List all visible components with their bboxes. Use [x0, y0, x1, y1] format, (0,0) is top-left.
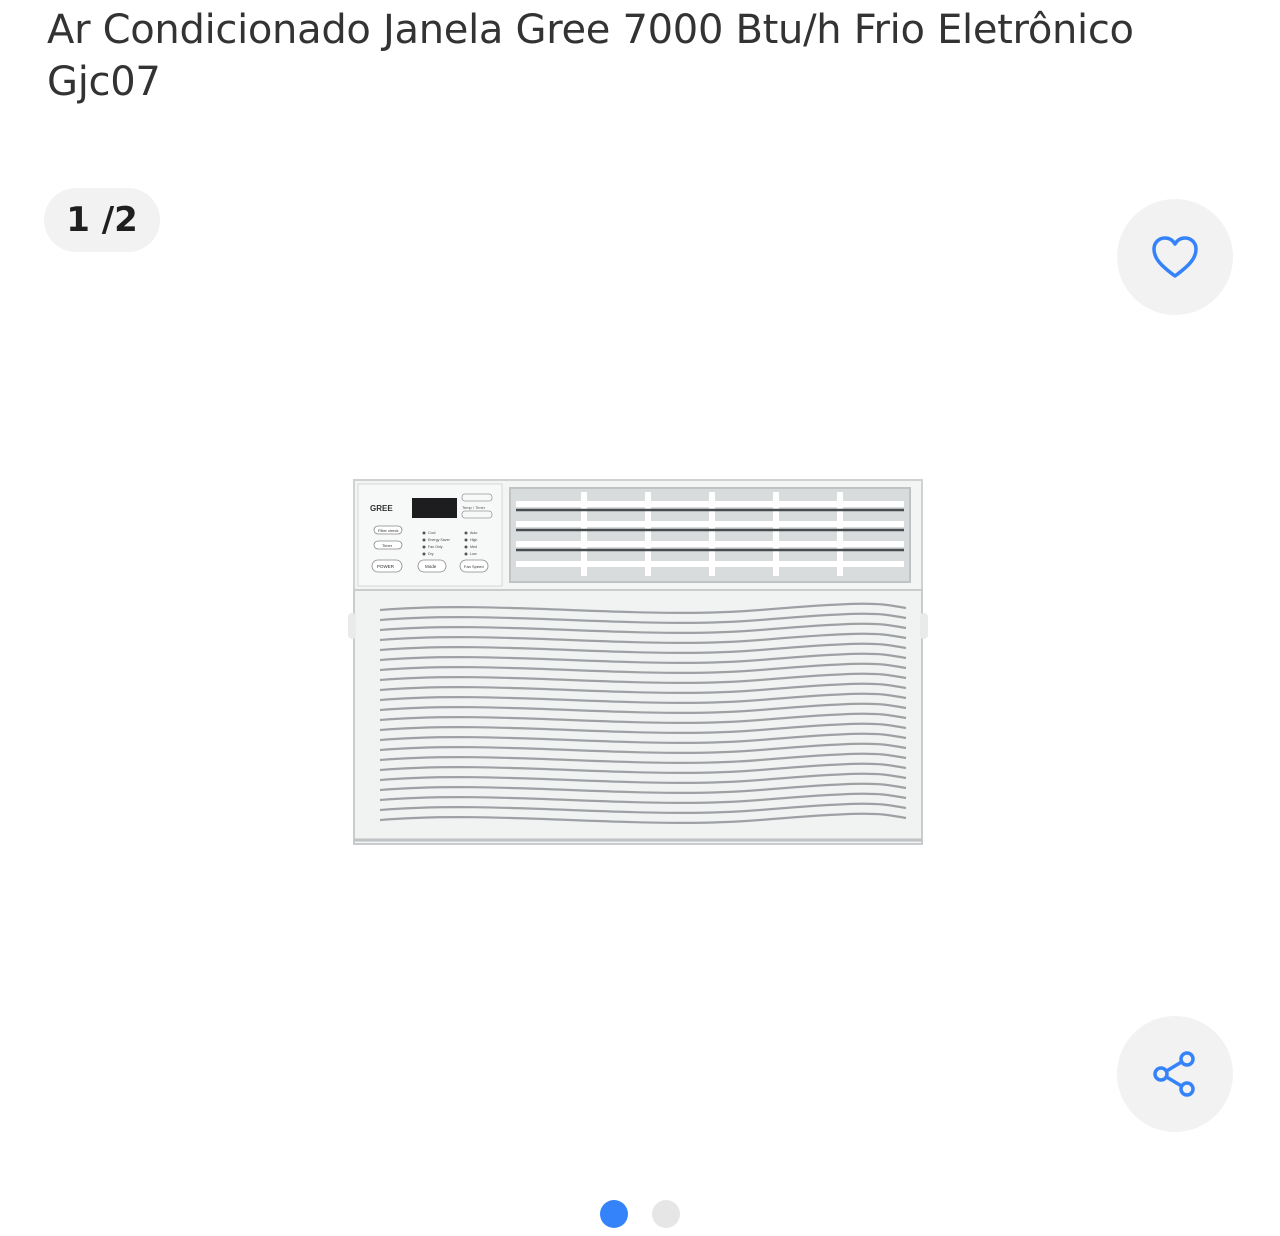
favorite-button[interactable] [1117, 199, 1233, 315]
pagination-dot-2[interactable] [652, 1200, 680, 1228]
led-energy-saver: Energy Saver [428, 538, 451, 542]
panel-button-filter: Filter check [378, 528, 398, 533]
gallery-pagination [0, 1200, 1280, 1230]
product-title: Ar Condicionado Janela Gree 7000 Btu/h F… [47, 7, 1134, 105]
heart-icon [1152, 236, 1198, 278]
image-gallery[interactable]: GREE Temp / Timer Filter check Timer POW… [0, 300, 1280, 1180]
share-button[interactable] [1117, 1016, 1233, 1132]
pagination-dot-1[interactable] [600, 1200, 628, 1228]
led-low: Low [470, 552, 477, 556]
product-image: GREE Temp / Timer Filter check Timer POW… [348, 479, 928, 845]
panel-button-mode: Mode [425, 564, 437, 569]
led-med: Med [470, 545, 477, 549]
panel-button-power: POWER [377, 564, 395, 569]
panel-brand: GREE [370, 504, 393, 513]
image-counter: 1 /2 [44, 188, 160, 252]
panel-button-fan-speed: Fan Speed [464, 564, 484, 569]
panel-temp-label: Temp / Timer [462, 505, 486, 510]
panel-button-timer: Timer [382, 543, 393, 548]
led-fan-only: Fan Only [428, 545, 443, 549]
led-cool: Cool [428, 531, 436, 535]
led-high: High [470, 538, 477, 542]
led-dry: Dry [428, 552, 434, 556]
led-auto: Auto [470, 531, 477, 535]
share-icon [1153, 1051, 1195, 1097]
